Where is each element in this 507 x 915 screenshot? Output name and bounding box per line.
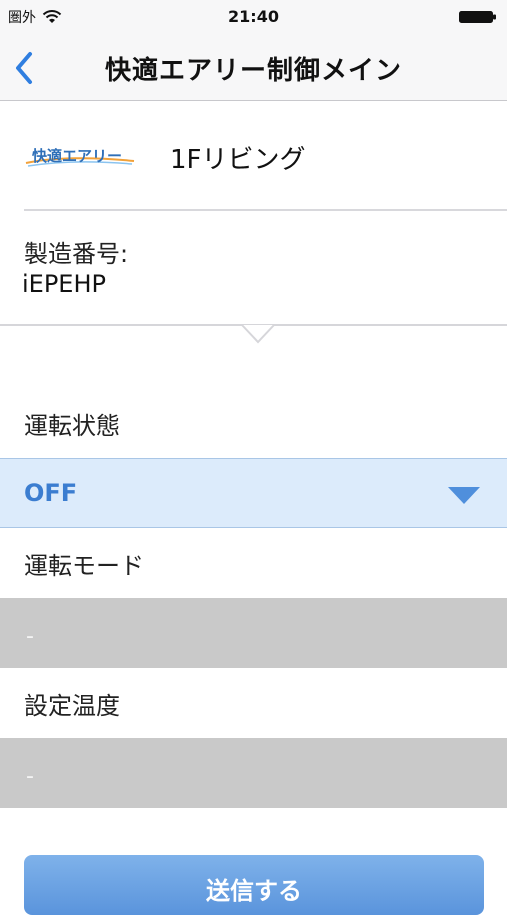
- navigation-bar: 快適エアリー制御メイン: [0, 34, 507, 101]
- chevron-left-icon: [16, 52, 32, 84]
- battery-icon: [459, 11, 496, 23]
- logo-text: 快適エアリー: [32, 147, 123, 165]
- serial-number-label: 製造番号:: [24, 240, 129, 268]
- set-temperature-value: -: [26, 764, 34, 789]
- dropdown-arrow-icon: [448, 487, 480, 504]
- device-name: 1Fリビング: [170, 145, 306, 175]
- brand-logo: 快適エアリー: [24, 143, 136, 169]
- send-button[interactable]: 送信する: [24, 855, 484, 915]
- operation-mode-value: -: [26, 624, 34, 649]
- status-time: 21:40: [228, 7, 279, 26]
- operation-status-select[interactable]: OFF: [0, 458, 507, 528]
- set-temperature-label: 設定温度: [24, 692, 120, 720]
- divider: [24, 209, 507, 211]
- serial-number-value: iEPEHP: [22, 270, 106, 298]
- operation-mode-field[interactable]: -: [0, 598, 507, 668]
- set-temperature-field[interactable]: -: [0, 738, 507, 808]
- device-row: 快適エアリー 1Fリビング: [0, 101, 507, 209]
- operation-status-value: OFF: [24, 479, 78, 507]
- send-button-label: 送信する: [206, 877, 302, 905]
- caret-down-icon: [241, 324, 275, 344]
- operation-mode-label: 運転モード: [24, 552, 144, 580]
- page-title: 快適エアリー制御メイン: [104, 56, 402, 86]
- status-bar: 圏外 21:40: [0, 0, 507, 34]
- operation-status-label: 運転状態: [24, 412, 120, 440]
- back-button[interactable]: [8, 48, 44, 88]
